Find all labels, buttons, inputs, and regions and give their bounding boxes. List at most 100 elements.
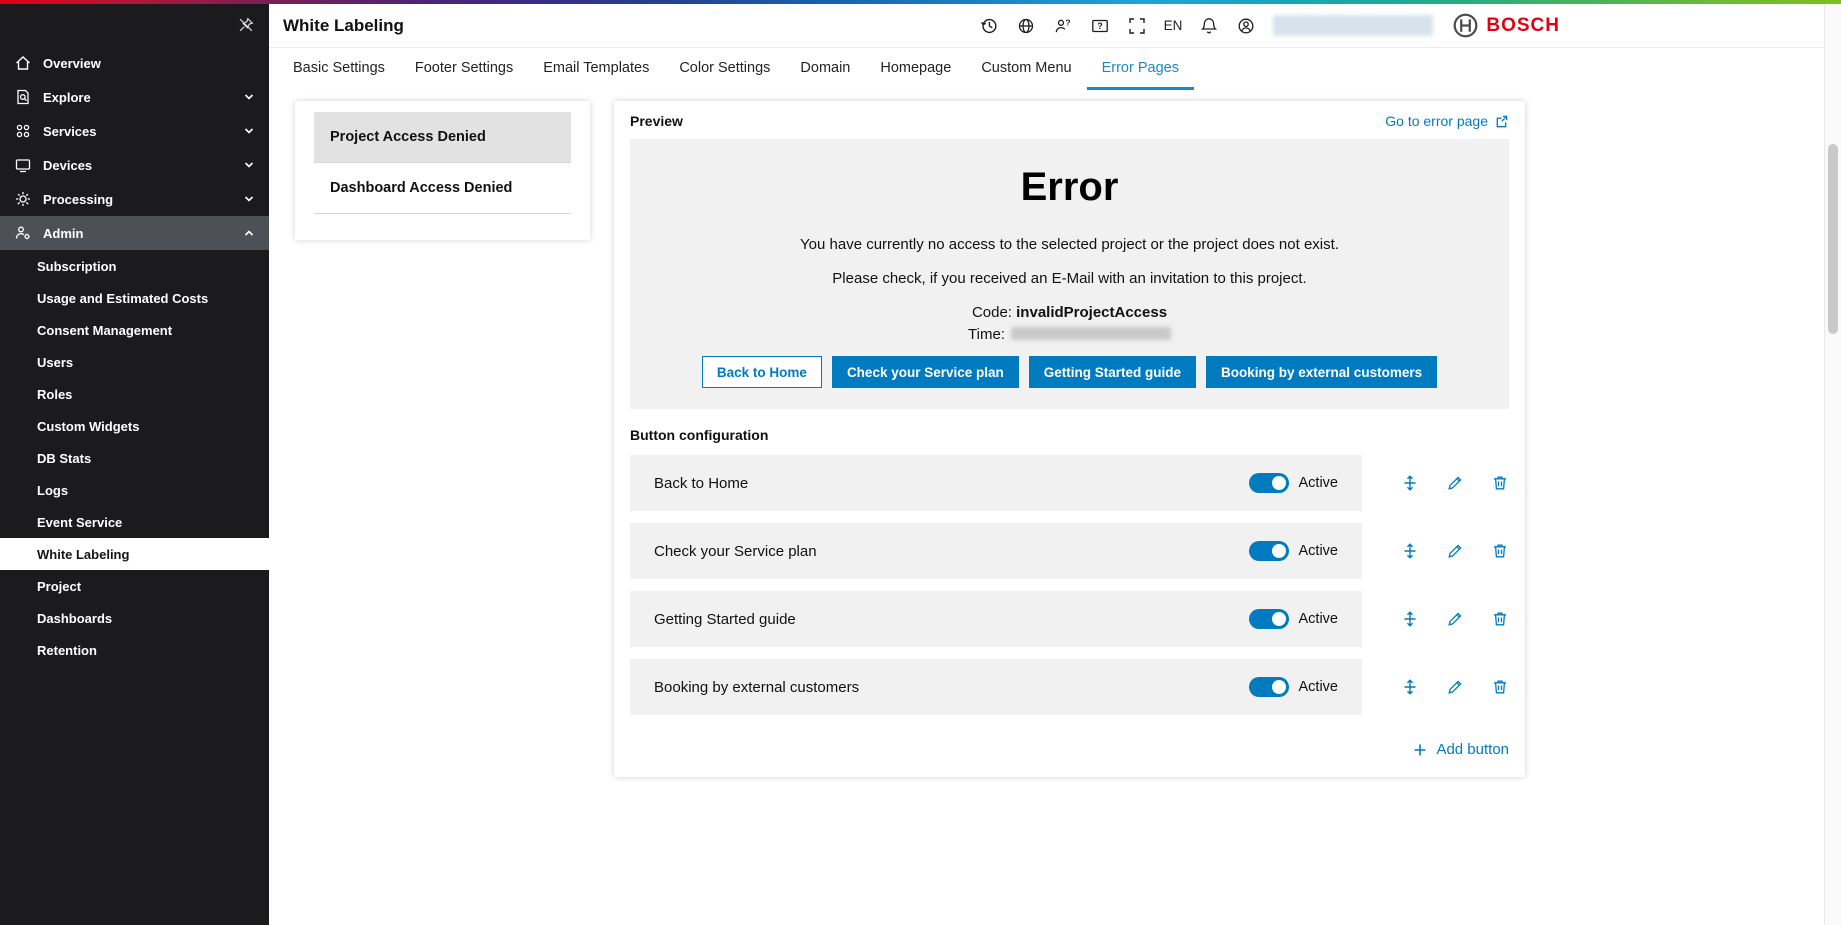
sidebar-item-admin[interactable]: Admin [0, 216, 269, 250]
admin-submenu-item[interactable]: Consent Management [0, 314, 269, 346]
tab[interactable]: Color Settings [664, 48, 785, 90]
redacted-username [1273, 15, 1433, 36]
error-page-list-item-label: Dashboard Access Denied [330, 180, 512, 196]
move-row-icon[interactable] [1401, 474, 1419, 492]
admin-submenu-item-label: Roles [37, 387, 72, 402]
preview-error-button[interactable]: Check your Service plan [832, 356, 1019, 388]
chevron-down-icon [243, 125, 255, 137]
delete-row-icon[interactable] [1491, 678, 1509, 696]
tab-bar: Basic Settings Footer Settings Email Tem… [269, 48, 1841, 90]
sidebar-item-explore[interactable]: Explore [0, 80, 269, 114]
error-page-list-item[interactable]: Project Access Denied [314, 112, 571, 163]
tab[interactable]: Basic Settings [278, 48, 400, 90]
toggle-status-label: Active [1299, 543, 1339, 559]
sidebar-item-label: Admin [43, 226, 83, 241]
admin-submenu-item-label: DB Stats [37, 451, 91, 466]
admin-submenu-item[interactable]: Dashboards [0, 602, 269, 634]
admin-submenu-item[interactable]: Custom Widgets [0, 410, 269, 442]
admin-submenu-item[interactable]: Project [0, 570, 269, 602]
support-icon[interactable]: ? [1053, 16, 1073, 36]
tab-label: Homepage [880, 60, 951, 76]
main-area: White Labeling ? ? EN BOSCH Basic Settin… [269, 4, 1841, 925]
admin-submenu-item[interactable]: DB Stats [0, 442, 269, 474]
active-toggle[interactable] [1249, 473, 1289, 493]
toggle-knob [1272, 680, 1286, 694]
admin-submenu-item[interactable]: Subscription [0, 250, 269, 282]
language-selector[interactable]: EN [1164, 18, 1183, 33]
admin-submenu: Subscription Usage and Estimated Costs C… [0, 250, 269, 666]
delete-row-icon[interactable] [1491, 474, 1509, 492]
delete-row-icon[interactable] [1491, 610, 1509, 628]
edit-row-icon[interactable] [1446, 678, 1464, 696]
move-row-icon[interactable] [1401, 542, 1419, 560]
preview-error-button[interactable]: Back to Home [702, 356, 822, 388]
tab[interactable]: Email Templates [528, 48, 664, 90]
help-card-icon[interactable]: ? [1090, 16, 1110, 36]
sidebar-item-devices[interactable]: Devices [0, 148, 269, 182]
preview-message-line2: Please check, if you received an E-Mail … [630, 270, 1509, 287]
plus-icon [1412, 742, 1428, 758]
delete-row-icon[interactable] [1491, 542, 1509, 560]
admin-submenu-item[interactable]: White Labeling [0, 538, 269, 570]
tab[interactable]: Error Pages [1087, 48, 1194, 90]
admin-submenu-item[interactable]: Usage and Estimated Costs [0, 282, 269, 314]
active-toggle[interactable] [1249, 609, 1289, 629]
admin-submenu-item[interactable]: Users [0, 346, 269, 378]
preview-buttons-row: Back to Home Check your Service plan Get… [630, 356, 1509, 388]
external-link-icon [1494, 114, 1509, 129]
active-toggle[interactable] [1249, 541, 1289, 561]
admin-submenu-item[interactable]: Logs [0, 474, 269, 506]
admin-submenu-item[interactable]: Retention [0, 634, 269, 666]
admin-submenu-item[interactable]: Event Service [0, 506, 269, 538]
tab[interactable]: Homepage [865, 48, 966, 90]
time-label: Time: [968, 326, 1005, 343]
go-to-error-page-link[interactable]: Go to error page [1385, 113, 1509, 129]
button-configuration-label: Button configuration [630, 427, 1509, 443]
tab[interactable]: Footer Settings [400, 48, 528, 90]
go-to-error-page-link-label: Go to error page [1385, 113, 1488, 129]
chevron-down-icon [243, 193, 255, 205]
history-icon[interactable] [979, 16, 999, 36]
admin-submenu-item-label: Project [37, 579, 81, 594]
user-account-icon[interactable] [1236, 16, 1256, 36]
scrollbar-thumb[interactable] [1828, 144, 1838, 334]
admin-submenu-item[interactable]: Roles [0, 378, 269, 410]
button-config-label: Check your Service plan [654, 543, 817, 560]
preview-error-button[interactable]: Booking by external customers [1206, 356, 1437, 388]
code-label: Code: [972, 304, 1012, 321]
fullscreen-icon[interactable] [1127, 16, 1147, 36]
notifications-bell-icon[interactable] [1199, 16, 1219, 36]
chevron-down-icon [243, 159, 255, 171]
tab-label: Basic Settings [293, 60, 385, 76]
bosch-logo-text: BOSCH [1486, 15, 1560, 37]
move-row-icon[interactable] [1401, 678, 1419, 696]
sidebar-item-label: Overview [43, 56, 101, 71]
bosch-supergraphic-strip [0, 0, 1841, 4]
error-page-list-item[interactable]: Dashboard Access Denied [314, 163, 571, 214]
add-button-link[interactable]: Add button [1412, 741, 1509, 758]
preview-time-line: Time: [630, 326, 1509, 343]
move-row-icon[interactable] [1401, 610, 1419, 628]
sidebar: Overview Explore Services Devices Proces… [0, 4, 269, 925]
code-value: invalidProjectAccess [1016, 304, 1167, 321]
toggle-status-label: Active [1299, 475, 1339, 491]
edit-row-icon[interactable] [1446, 610, 1464, 628]
active-toggle[interactable] [1249, 677, 1289, 697]
preview-section-label: Preview [630, 113, 683, 129]
tab[interactable]: Custom Menu [966, 48, 1086, 90]
tab[interactable]: Domain [785, 48, 865, 90]
toggle-status-label: Active [1299, 679, 1339, 695]
edit-row-icon[interactable] [1446, 474, 1464, 492]
edit-row-icon[interactable] [1446, 542, 1464, 560]
services-icon [14, 122, 32, 140]
error-page-preview: Error You have currently no access to th… [630, 139, 1509, 409]
sidebar-item-overview[interactable]: Overview [0, 46, 269, 80]
globe-icon[interactable] [1016, 16, 1036, 36]
sidebar-item-services[interactable]: Services [0, 114, 269, 148]
sidebar-item-processing[interactable]: Processing [0, 182, 269, 216]
unpin-sidebar-icon[interactable] [237, 16, 255, 34]
tab-label: Footer Settings [415, 60, 513, 76]
vertical-scrollbar[interactable] [1824, 4, 1841, 925]
preview-error-button[interactable]: Getting Started guide [1029, 356, 1196, 388]
button-config-label: Booking by external customers [654, 679, 859, 696]
